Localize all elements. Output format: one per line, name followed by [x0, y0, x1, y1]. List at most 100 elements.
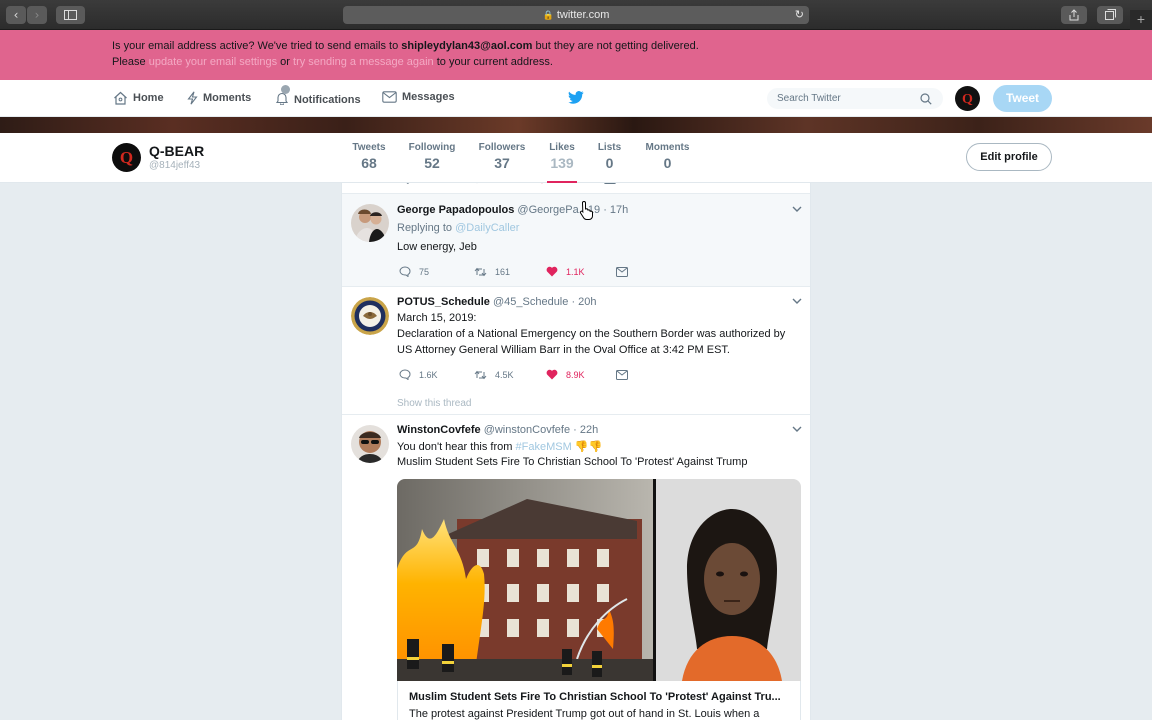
- replying-to-link[interactable]: @DailyCaller: [455, 222, 519, 234]
- nav-moments[interactable]: Moments: [187, 91, 251, 105]
- stat-value: 37: [494, 155, 510, 171]
- profile-nav-bar: Q Q-BEAR @814jeff43 Tweets 68 Following …: [0, 133, 1152, 183]
- tweet-author-name[interactable]: POTUS_Schedule: [397, 296, 490, 308]
- tweet[interactable]: George Papadopoulos @GeorgePa...19 · 17h…: [342, 194, 810, 287]
- tweet[interactable]: WinstonCovfefe @winstonCovfefe · 22h You…: [342, 415, 810, 720]
- tweet-media-image[interactable]: [397, 479, 801, 681]
- new-tab-button[interactable]: +: [1130, 10, 1152, 30]
- heart-icon[interactable]: [536, 183, 548, 184]
- reply-count: 75: [419, 266, 430, 277]
- stat-label: Following: [408, 142, 456, 153]
- stat-label: Likes: [549, 142, 575, 153]
- sidebar-icon: [64, 10, 77, 20]
- banner-email: shipleydylan43@aol.com: [401, 40, 533, 52]
- direct-message-button[interactable]: [616, 266, 636, 277]
- presidential-seal-icon: [351, 297, 389, 335]
- reply-icon: [399, 266, 411, 277]
- stat-value: 0: [605, 155, 614, 171]
- chevron-down-icon[interactable]: [792, 297, 802, 308]
- update-email-settings-link[interactable]: update your email settings: [149, 56, 277, 68]
- retweet-icon: [474, 267, 487, 276]
- tweet-actions: 1.6K 4.5K 8.9K: [399, 369, 654, 380]
- stat-moments[interactable]: Moments 0: [644, 142, 691, 171]
- home-icon: [114, 91, 127, 105]
- tweet-timestamp[interactable]: · 22h: [573, 424, 598, 436]
- retweet-icon[interactable]: [467, 183, 480, 184]
- tweet-author-handle[interactable]: @winstonCovfefe: [484, 424, 570, 436]
- hashtag-link[interactable]: #FakeMSM: [516, 441, 572, 453]
- stat-followers[interactable]: Followers 37: [478, 142, 526, 171]
- tweet-timestamp[interactable]: · 20h: [571, 296, 596, 308]
- tweet-text: March 15, 2019:: [397, 312, 477, 324]
- search-icon[interactable]: [920, 93, 932, 105]
- like-button[interactable]: 1.1K: [546, 266, 598, 277]
- message-icon[interactable]: [604, 183, 616, 184]
- tweet-timestamp[interactable]: · 17h: [603, 204, 628, 216]
- tweet-author-name[interactable]: George Papadopoulos: [397, 204, 514, 216]
- tweet-author-name[interactable]: WinstonCovfefe: [397, 424, 481, 436]
- tweet[interactable]: POTUS_Schedule @45_Schedule · 20h March …: [342, 287, 810, 415]
- email-warning-banner: Is your email address active? We've trie…: [0, 30, 1152, 80]
- direct-message-button[interactable]: [616, 369, 636, 380]
- reply-button[interactable]: 1.6K: [399, 369, 456, 380]
- nav-home-label: Home: [133, 92, 164, 104]
- profile-name[interactable]: Q-BEAR: [149, 143, 204, 159]
- tweet-avatar[interactable]: [351, 425, 389, 463]
- resend-message-link[interactable]: try sending a message again: [293, 56, 434, 68]
- link-card[interactable]: Muslim Student Sets Fire To Christian Sc…: [397, 681, 801, 720]
- lightning-icon: [187, 91, 198, 105]
- retweet-button[interactable]: 4.5K: [474, 370, 528, 380]
- reply-button[interactable]: 75: [399, 266, 456, 277]
- stat-following[interactable]: Following 52: [408, 142, 456, 171]
- tweet-text-part: You don't hear this from: [397, 441, 516, 453]
- nav-home[interactable]: Home: [113, 91, 164, 105]
- stat-value: 0: [663, 155, 672, 171]
- chevron-down-icon[interactable]: [792, 425, 802, 436]
- sidebar-toggle-button[interactable]: [56, 6, 85, 24]
- retweet-count: 4.5K: [495, 369, 514, 380]
- retweet-button[interactable]: 161: [474, 267, 528, 277]
- tweet-replying-to: Replying to @DailyCaller: [397, 222, 519, 234]
- tweet-avatar[interactable]: [351, 297, 389, 335]
- twitter-bird-icon[interactable]: [568, 91, 584, 104]
- reply-icon[interactable]: [399, 183, 411, 184]
- tweet-author-handle[interactable]: @45_Schedule: [493, 296, 568, 308]
- share-button[interactable]: [1061, 6, 1087, 24]
- heart-icon: [546, 369, 558, 380]
- banner-text: or: [277, 56, 294, 68]
- search-input[interactable]: Search Twitter: [767, 88, 943, 109]
- tabs-overview-button[interactable]: [1097, 6, 1123, 24]
- banner-text: Please: [112, 56, 149, 68]
- profile-avatar[interactable]: Q: [112, 143, 141, 172]
- nav-notifications[interactable]: Notifications: [275, 85, 361, 108]
- stat-tweets[interactable]: Tweets 68: [352, 142, 386, 171]
- back-button[interactable]: ‹: [6, 6, 26, 24]
- banner-text: Is your email address active? We've trie…: [112, 40, 402, 52]
- avatar-image: [351, 204, 389, 242]
- envelope-icon: [382, 91, 397, 103]
- reply-icon: [399, 369, 411, 380]
- timeline: George Papadopoulos @GeorgePa...19 · 17h…: [341, 183, 811, 720]
- svg-text:Q: Q: [962, 92, 973, 107]
- edit-profile-button[interactable]: Edit profile: [966, 143, 1052, 171]
- stat-value: 52: [424, 155, 440, 171]
- forward-button[interactable]: ›: [27, 6, 47, 24]
- stat-likes[interactable]: Likes 139: [547, 142, 577, 183]
- like-button[interactable]: 8.9K: [546, 369, 598, 380]
- tweet-button[interactable]: Tweet: [993, 85, 1052, 112]
- stat-lists[interactable]: Lists 0: [597, 142, 622, 171]
- address-bar[interactable]: 🔒 twitter.com ↻: [343, 6, 809, 24]
- account-avatar[interactable]: Q: [955, 86, 980, 111]
- retweet-count: 161: [495, 266, 511, 277]
- nav-messages[interactable]: Messages: [382, 91, 455, 103]
- show-thread-link[interactable]: Show this thread: [397, 398, 472, 409]
- reload-icon[interactable]: ↻: [795, 6, 804, 24]
- tweet-avatar[interactable]: [351, 204, 389, 242]
- browser-toolbar: ‹ › 🔒 twitter.com ↻ +: [0, 0, 1152, 30]
- nav-messages-label: Messages: [402, 91, 455, 103]
- replying-label: Replying to: [397, 222, 456, 234]
- tweet-text: Declaration of a National Emergency on t…: [397, 328, 786, 340]
- chevron-down-icon[interactable]: [792, 205, 802, 216]
- q-logo-icon: Q: [955, 86, 980, 111]
- share-icon: [1069, 9, 1079, 21]
